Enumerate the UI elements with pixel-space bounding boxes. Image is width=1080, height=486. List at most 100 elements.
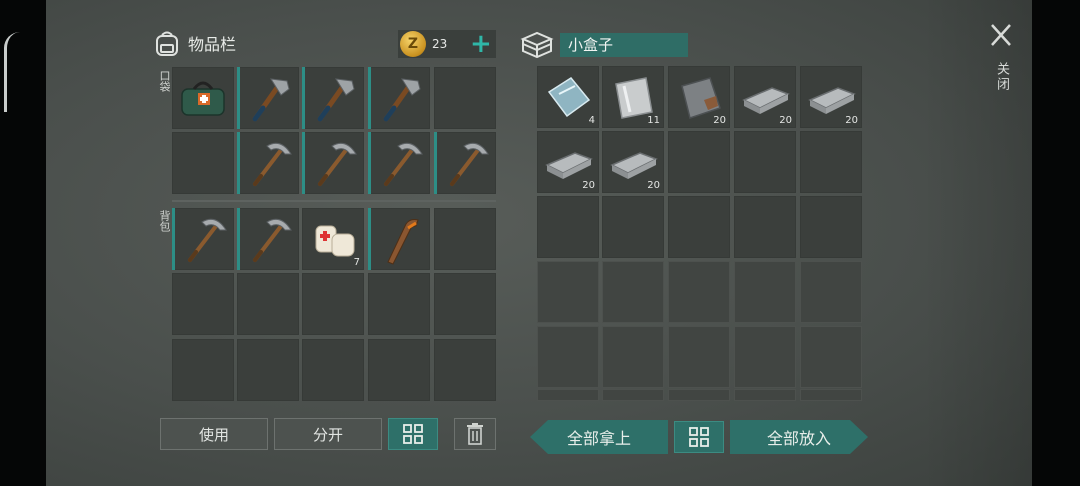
- coin-icon: Z: [400, 31, 426, 57]
- sort-button[interactable]: [388, 418, 438, 450]
- empty-slot[interactable]: [302, 339, 364, 401]
- empty-slot[interactable]: [537, 389, 599, 401]
- slot-pickaxe[interactable]: [237, 208, 299, 270]
- empty-slot[interactable]: [800, 326, 862, 388]
- slot-hockey-stick[interactable]: [368, 208, 430, 270]
- pickaxe-icon: [188, 218, 227, 262]
- split-button[interactable]: 分开: [274, 418, 382, 450]
- empty-slot[interactable]: [668, 196, 730, 258]
- delete-button[interactable]: [454, 418, 496, 450]
- empty-slot[interactable]: [302, 273, 364, 335]
- hockey-stick-icon: [387, 219, 419, 265]
- empty-slot[interactable]: [172, 273, 234, 335]
- empty-slot[interactable]: [734, 196, 796, 258]
- bandage-icon: [315, 225, 355, 257]
- empty-slot[interactable]: [537, 196, 599, 258]
- empty-slot[interactable]: [734, 131, 796, 193]
- empty-slot[interactable]: [602, 196, 664, 258]
- glass-pane-icon: [547, 77, 591, 118]
- empty-slot[interactable]: [602, 389, 664, 401]
- empty-slot[interactable]: [537, 326, 599, 388]
- pickaxe-icon: [253, 218, 292, 262]
- slot-pickaxe[interactable]: [434, 132, 496, 194]
- use-button[interactable]: 使用: [160, 418, 268, 450]
- box-icon: [520, 31, 554, 59]
- hammer-icon: [317, 78, 355, 122]
- empty-slot[interactable]: [668, 326, 730, 388]
- take-all-button[interactable]: 全部拿上: [530, 420, 668, 454]
- close-label[interactable]: 关闭: [992, 62, 1011, 92]
- slot-iron-ingot[interactable]: 20: [800, 66, 862, 128]
- empty-slot[interactable]: [172, 339, 234, 401]
- item-count: 20: [647, 180, 660, 191]
- empty-slot[interactable]: [368, 339, 430, 401]
- put-all-button[interactable]: 全部放入: [730, 420, 868, 454]
- empty-slot[interactable]: [734, 389, 796, 401]
- empty-slot[interactable]: [434, 339, 496, 401]
- backpack-label: 背包: [158, 210, 171, 232]
- backpack-icon: [156, 31, 178, 56]
- container-sort-button[interactable]: [674, 421, 724, 453]
- slot-hammer[interactable]: [368, 67, 430, 129]
- slot-pickaxe[interactable]: [237, 132, 299, 194]
- slot-iron-ingot[interactable]: 20: [537, 131, 599, 193]
- empty-slot[interactable]: [237, 273, 299, 335]
- item-count: 20: [779, 115, 792, 126]
- item-count: 20: [713, 115, 726, 126]
- container-name: 小盒子: [560, 33, 688, 57]
- empty-slot[interactable]: [734, 261, 796, 323]
- panel-shade: [922, 0, 1032, 486]
- slot-glass-pane[interactable]: 4: [537, 66, 599, 128]
- slot-iron-ingot[interactable]: 20: [602, 131, 664, 193]
- slot-medkit-bag[interactable]: [172, 67, 234, 129]
- empty-slot[interactable]: [800, 389, 862, 401]
- empty-slot[interactable]: [668, 261, 730, 323]
- screen-curve: [4, 32, 23, 112]
- slot-bandage[interactable]: 7: [302, 208, 364, 270]
- slot-hammer[interactable]: [237, 67, 299, 129]
- slot-pickaxe[interactable]: [172, 208, 234, 270]
- slot-pickaxe[interactable]: [302, 132, 364, 194]
- empty-slot[interactable]: [800, 131, 862, 193]
- empty-slot[interactable]: [602, 326, 664, 388]
- empty-slot[interactable]: [668, 131, 730, 193]
- grid-sort-icon: [403, 424, 423, 444]
- empty-slot[interactable]: [800, 196, 862, 258]
- empty-slot[interactable]: [734, 326, 796, 388]
- screen-edge-right: [1032, 0, 1080, 486]
- coin-balance: Z 23 +: [398, 30, 496, 58]
- close-icon[interactable]: [990, 22, 1012, 48]
- empty-slot[interactable]: [172, 132, 234, 194]
- pickaxe-icon: [318, 142, 357, 186]
- slot-pickaxe[interactable]: [368, 132, 430, 194]
- hammer-icon: [252, 78, 290, 122]
- trash-icon: [467, 423, 483, 445]
- coin-count: 23: [432, 37, 448, 51]
- empty-slot[interactable]: [237, 339, 299, 401]
- container-header: 小盒子: [520, 30, 688, 60]
- slot-hammer[interactable]: [302, 67, 364, 129]
- pocket-label: 口袋: [158, 70, 171, 92]
- empty-slot[interactable]: [434, 273, 496, 335]
- empty-slot[interactable]: [368, 273, 430, 335]
- empty-slot[interactable]: [434, 208, 496, 270]
- add-coins-button[interactable]: +: [470, 31, 492, 57]
- item-count: 4: [588, 115, 595, 126]
- empty-slot[interactable]: [602, 261, 664, 323]
- slot-sheet-metal[interactable]: 11: [602, 66, 664, 128]
- item-count: 11: [647, 115, 660, 126]
- item-count: 7: [353, 257, 360, 268]
- item-count: 20: [845, 115, 858, 126]
- empty-slot[interactable]: [668, 389, 730, 401]
- pickaxe-icon: [450, 142, 489, 186]
- slot-rusty-plate[interactable]: 20: [668, 66, 730, 128]
- screen-edge-left: [0, 0, 46, 486]
- empty-slot[interactable]: [800, 261, 862, 323]
- empty-slot[interactable]: [434, 67, 496, 129]
- empty-slot[interactable]: [537, 261, 599, 323]
- hammer-icon: [383, 78, 421, 122]
- section-divider: [172, 200, 496, 202]
- slot-iron-ingot[interactable]: 20: [734, 66, 796, 128]
- pickaxe-icon: [384, 142, 423, 186]
- item-count: 20: [582, 180, 595, 191]
